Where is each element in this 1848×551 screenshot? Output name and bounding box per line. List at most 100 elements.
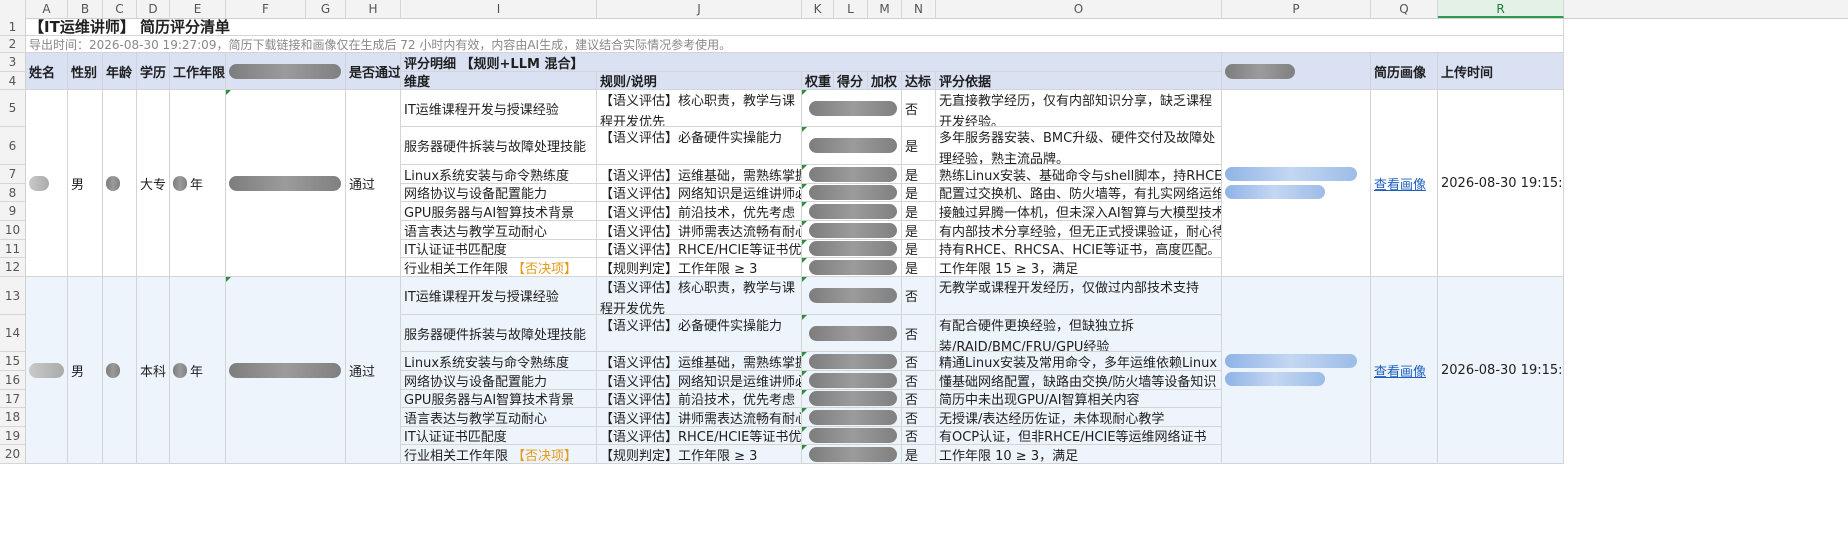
candidate-redacted-link [1222,90,1371,277]
comment-marker [802,165,807,170]
column-header-K[interactable]: K [802,0,834,18]
row-header-17[interactable]: 17 [0,390,26,408]
criterion-met: 是 [902,240,936,258]
criterion-rule-text: 【语义评估】网络知识是运维讲师必修 [600,374,802,390]
criterion-met-text: 否 [905,430,919,445]
criterion-rule: 【语义评估】核心职责，教学与课程开发优先 [597,277,802,315]
redacted-scores-blur [809,391,897,406]
redacted-scores-blur [809,353,897,369]
row-header-20[interactable]: 20 [0,445,26,464]
candidate-redacted-link [1222,277,1371,464]
criterion-basis-text: 精通Linux安装及常用命令，多年运维依赖Linux [939,355,1218,371]
view-profile-link[interactable]: 查看画像 [1374,174,1426,193]
criterion-basis: 无授课/表达经历佐证，未体现耐心教学 [936,408,1222,427]
redacted-header-blur [229,63,341,79]
criterion-rule: 【语义评估】网络知识是运维讲师必修 [597,371,802,390]
column-header-J[interactable]: J [597,0,802,18]
column-header-C[interactable]: C [103,0,137,18]
header-years-text: 工作年限 [173,65,226,81]
column-header-A[interactable]: A [26,0,68,18]
redacted-scores-blur [809,372,897,388]
criterion-basis-text: 无直接教学经历，仅有内部知识分享，缺乏课程开发经验。 [939,94,1213,127]
row-header-8[interactable]: 8 [0,184,26,202]
criterion-rule: 【规则判定】工作年限 ≥ 3 [597,258,802,277]
redacted-scores-blur [809,288,897,303]
column-header-E[interactable]: E [170,0,226,18]
export-note-text: 导出时间：2026-08-30 19:27:09，简历下载链接和画像仅在生成后 … [29,37,732,52]
criterion-rule-text: 【规则判定】工作年限 ≥ 3 [600,448,758,464]
row-header-5[interactable]: 5 [0,90,26,127]
criterion-dimension: Linux系统安装与命令熟练度 [401,352,597,371]
column-header-O[interactable]: O [936,0,1222,18]
column-header-P[interactable]: P [1222,0,1371,18]
select-all-corner[interactable] [0,0,26,18]
candidate-education: 大专 [137,90,170,277]
column-header-I[interactable]: I [401,0,597,18]
criterion-rule: 【语义评估】网络知识是运维讲师必修 [597,184,802,202]
row-header-3[interactable]: 3 [0,53,26,72]
redacted-name-blur [29,175,49,191]
criterion-dimension-text: 行业相关工作年限 [404,448,509,464]
redacted-scores-blur [809,222,897,238]
criterion-scores-redacted [802,202,902,221]
column-header-N[interactable]: N [902,0,936,18]
row-header-19[interactable]: 19 [0,427,26,445]
criterion-basis-text: 有内部技术分享经验，但无正式授课验证，耐心待评估。 [939,224,1221,240]
redacted-scores-blur [809,325,897,341]
row-header-11[interactable]: 11 [0,240,26,258]
criterion-basis: 有配合硬件更换经验，但缺独立拆装/RAID/BMC/FRU/GPU经验 [936,315,1222,352]
criterion-dimension: IT运维课程开发与授课经验 [401,277,597,315]
criterion-rule-text: 【语义评估】讲师需表达流畅有耐心 [600,224,802,240]
column-header-Q[interactable]: Q [1371,0,1438,18]
header-gender-text: 性别 [71,65,98,81]
row-header-15[interactable]: 15 [0,352,26,371]
criterion-dimension-text: 语言表达与教学互动耐心 [404,224,548,240]
criterion-scores-redacted [802,165,902,184]
criterion-rule-text: 【语义评估】前沿技术，优先考虑 [600,393,796,408]
veto-tag: 【否决项】 [512,261,578,277]
criterion-dimension: GPU服务器与AI智算技术背景 [401,390,597,408]
redacted-header-blur-2 [1225,63,1295,79]
header-name-text: 姓名 [29,65,56,81]
column-header-D[interactable]: D [137,0,170,18]
column-header-L[interactable]: L [834,0,868,18]
view-profile-link[interactable]: 查看画像 [1374,361,1426,380]
candidate-profile: 查看画像 [1371,277,1438,464]
criterion-dimension-text: 网络协议与设备配置能力 [404,374,548,390]
candidate-passed-text: 通过 [349,177,376,193]
criterion-basis: 熟练Linux安装、基础命令与shell脚本，持RHCE认证。 [936,165,1222,184]
candidate-upload-time: 2026-08-30 19:15:29 [1438,277,1564,464]
row-header-12[interactable]: 12 [0,258,26,277]
row-header-6[interactable]: 6 [0,127,26,165]
years-suffix: 年 [190,364,204,380]
row-header-2[interactable]: 2 [0,36,26,53]
criterion-scores-redacted [802,184,902,202]
column-header-F[interactable]: F [226,0,306,18]
criterion-met-text: 是 [905,243,919,258]
redacted-link-blur [1225,354,1357,368]
header-score-text: 得分 [837,75,864,90]
comment-marker [802,352,807,357]
criterion-basis: 懂基础网络配置，缺路由交换/防火墙等设备知识 [936,371,1222,390]
redacted-field-blur [229,175,341,191]
row-header-9[interactable]: 9 [0,202,26,221]
row-header-18[interactable]: 18 [0,408,26,427]
column-header-R[interactable]: R [1438,0,1564,18]
row-header-10[interactable]: 10 [0,221,26,240]
criterion-rule: 【规则判定】工作年限 ≥ 3 [597,445,802,464]
column-header-G[interactable]: G [306,0,346,18]
row-header-7[interactable]: 7 [0,165,26,184]
row-header-1[interactable]: 1 [0,18,26,36]
row-header-14[interactable]: 14 [0,315,26,352]
header-basis: 评分依据 [936,72,1222,90]
row-header-4[interactable]: 4 [0,72,26,90]
criterion-met: 是 [902,184,936,202]
criterion-rule-text: 【规则判定】工作年限 ≥ 3 [600,261,758,277]
column-header-H[interactable]: H [346,0,401,18]
export-note: 导出时间：2026-08-30 19:27:09，简历下载链接和画像仅在生成后 … [26,36,1564,53]
column-header-M[interactable]: M [868,0,902,18]
column-header-B[interactable]: B [68,0,103,18]
row-header-16[interactable]: 16 [0,371,26,390]
row-header-13[interactable]: 13 [0,277,26,315]
criterion-scores-redacted [802,258,902,277]
